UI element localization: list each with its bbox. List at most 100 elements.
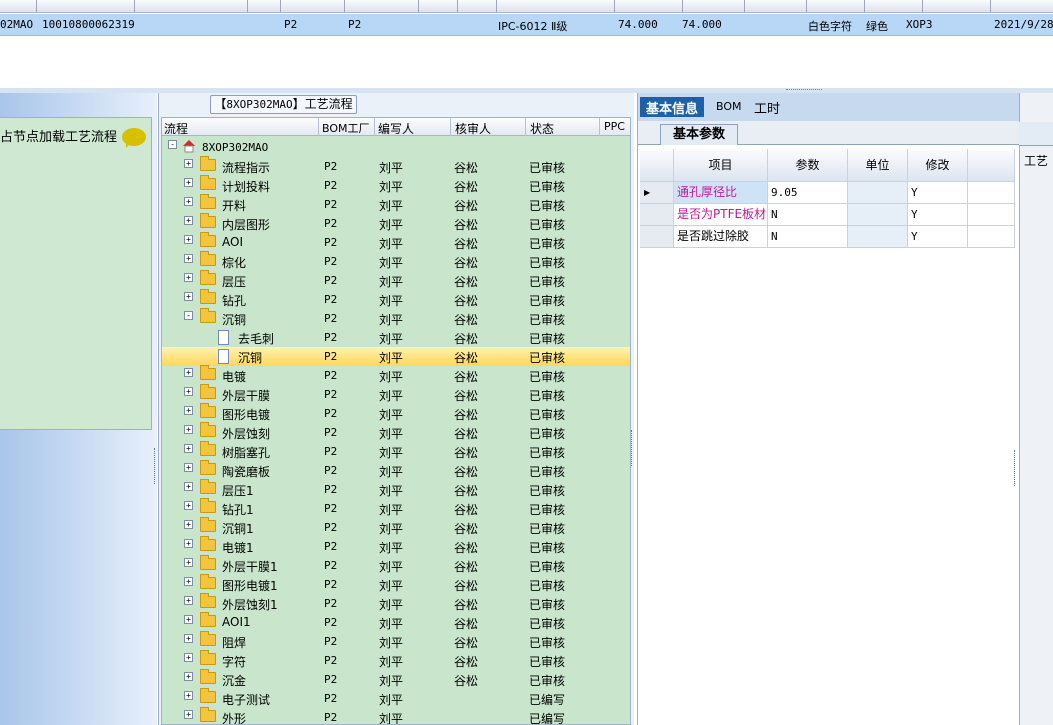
tree-row[interactable]: + 陶瓷磨板 P2 刘平 谷松 已审核 (162, 460, 630, 480)
expand-icon[interactable]: + (184, 406, 193, 415)
param-modify[interactable]: Y (908, 226, 968, 248)
params-col-modify[interactable]: 修改 (908, 149, 968, 182)
expand-icon[interactable]: + (184, 197, 193, 206)
tree-row-status: 已审核 (529, 655, 566, 669)
expand-icon[interactable]: + (184, 444, 193, 453)
expand-icon[interactable]: + (184, 159, 193, 168)
tree-row[interactable]: + 开料 P2 刘平 谷松 已审核 (162, 194, 630, 214)
tree-row[interactable]: + 电镀 P2 刘平 谷松 已审核 (162, 365, 630, 385)
expand-icon[interactable]: + (184, 520, 193, 529)
expand-icon[interactable]: + (184, 577, 193, 586)
tree-row[interactable]: + 图形电镀1 P2 刘平 谷松 已审核 (162, 574, 630, 594)
col-header-flow[interactable]: 流程 (164, 120, 188, 137)
param-modify[interactable]: Y (908, 204, 968, 226)
param-value[interactable]: 9.05 (768, 182, 848, 204)
mid-splitter-grip[interactable] (631, 430, 635, 466)
tree-row[interactable]: + 阻焊 P2 刘平 谷松 已审核 (162, 631, 630, 651)
tree-row[interactable]: + 外层蚀刻1 P2 刘平 谷松 已审核 (162, 593, 630, 613)
expand-icon[interactable]: + (184, 558, 193, 567)
expand-icon[interactable]: + (184, 425, 193, 434)
col-header-ppc[interactable]: PPC (604, 120, 625, 133)
speech-bubble-icon[interactable] (122, 128, 146, 148)
expand-icon[interactable]: + (184, 178, 193, 187)
tree-row[interactable]: + 图形电镀 P2 刘平 谷松 已审核 (162, 403, 630, 423)
far-right-tab[interactable] (1019, 122, 1053, 146)
expand-icon[interactable]: + (184, 254, 193, 263)
tree-row[interactable]: - 沉铜 P2 刘平 谷松 已审核 (162, 308, 630, 328)
tree-row[interactable]: + AOI1 P2 刘平 谷松 已审核 (162, 612, 630, 632)
tree-row[interactable]: + AOI P2 刘平 谷松 已审核 (162, 232, 630, 252)
tree-row[interactable]: + 计划投料 P2 刘平 谷松 已审核 (162, 175, 630, 195)
col-header-status[interactable]: 状态 (530, 120, 554, 137)
params-row[interactable]: 是否跳过除胶 N Y (640, 226, 1015, 248)
tree-row[interactable]: + 电镀1 P2 刘平 谷松 已审核 (162, 536, 630, 556)
tree-row[interactable]: + 层压 P2 刘平 谷松 已审核 (162, 270, 630, 290)
right-splitter-grip[interactable] (1014, 450, 1018, 486)
tree-row[interactable]: 沉铜 P2 刘平 谷松 已审核 (162, 347, 630, 366)
expand-icon[interactable]: + (184, 672, 193, 681)
expand-icon[interactable]: + (184, 501, 193, 510)
param-value[interactable]: N (768, 226, 848, 248)
tree-row[interactable]: + 内层图形 P2 刘平 谷松 已审核 (162, 213, 630, 233)
left-panel: 占节点加载工艺流程 (0, 93, 157, 725)
expand-icon[interactable]: + (184, 368, 193, 377)
tree-row[interactable]: + 外形 P2 刘平 已编写 (162, 707, 630, 724)
param-value[interactable]: N (768, 204, 848, 226)
tree-row[interactable]: + 沉铜1 P2 刘平 谷松 已审核 (162, 517, 630, 537)
tree-row-bom: P2 (324, 198, 338, 211)
process-flow-tab[interactable]: 【8XOP302MAO】工艺流程 (210, 95, 357, 114)
col-header-bom[interactable]: BOM工厂 (322, 120, 370, 136)
subtab-basic-params[interactable]: 基本参数 (660, 124, 738, 145)
tab-bom[interactable]: BOM (710, 99, 748, 119)
tree-row[interactable]: + 钻孔1 P2 刘平 谷松 已审核 (162, 498, 630, 518)
params-row[interactable]: ▶ 通孔厚径比 9.05 Y (640, 182, 1015, 204)
expand-icon[interactable]: + (184, 235, 193, 244)
expand-icon[interactable]: + (184, 482, 193, 491)
expand-icon[interactable]: + (184, 292, 193, 301)
tree-row[interactable]: + 流程指示 P2 刘平 谷松 已审核 (162, 156, 630, 176)
tree-row[interactable]: + 外层蚀刻 P2 刘平 谷松 已审核 (162, 422, 630, 442)
tree-row[interactable]: + 沉金 P2 刘平 谷松 已审核 (162, 669, 630, 689)
expand-icon[interactable]: + (184, 710, 193, 719)
expand-icon[interactable]: + (184, 539, 193, 548)
tab-work-hours[interactable]: 工时 (748, 97, 786, 117)
param-unit[interactable] (848, 204, 908, 226)
param-modify[interactable]: Y (908, 182, 968, 204)
expand-icon[interactable]: + (184, 463, 193, 472)
expand-icon[interactable]: + (184, 216, 193, 225)
params-row[interactable]: 是否为PTFE板材 N Y (640, 204, 1015, 226)
splitter-grip[interactable] (786, 89, 822, 92)
collapse-icon[interactable]: - (184, 311, 193, 320)
tree-row-name: 沉铜1 (222, 522, 254, 536)
tree-row[interactable]: + 钻孔 P2 刘平 谷松 已审核 (162, 289, 630, 309)
param-unit[interactable] (848, 182, 908, 204)
expand-icon[interactable]: + (184, 615, 193, 624)
expand-icon[interactable]: + (184, 273, 193, 282)
collapse-icon[interactable]: - (168, 140, 177, 149)
params-col-value[interactable]: 参数 (768, 149, 848, 182)
top-grid-row-selected[interactable]: 02MAO 10010800062319 P2 P2 IPC-6012 Ⅱ级 7… (0, 14, 1053, 36)
tree-row[interactable]: + 棕化 P2 刘平 谷松 已审核 (162, 251, 630, 271)
tree-row[interactable]: + 层压1 P2 刘平 谷松 已审核 (162, 479, 630, 499)
col-header-writer[interactable]: 编写人 (378, 120, 414, 137)
tree-row[interactable]: + 字符 P2 刘平 谷松 已审核 (162, 650, 630, 670)
detail-panel: 基本信息 BOM 工时 基本参数 项目 参数 单位 修改 ▶ 通孔厚径比 9.05 Y… (637, 93, 1019, 725)
expand-icon[interactable]: + (184, 653, 193, 662)
tree-row[interactable]: + 电子测试 P2 刘平 已编写 (162, 688, 630, 708)
tree-row[interactable]: + 外层干膜1 P2 刘平 谷松 已审核 (162, 555, 630, 575)
tree-row[interactable]: + 树脂塞孔 P2 刘平 谷松 已审核 (162, 441, 630, 461)
expand-icon[interactable]: + (184, 387, 193, 396)
params-col-unit[interactable]: 单位 (848, 149, 908, 182)
tree-row[interactable]: 去毛刺 P2 刘平 谷松 已审核 (162, 328, 630, 347)
tree-row-writer: 刘平 (379, 484, 404, 498)
expand-icon[interactable]: + (184, 596, 193, 605)
col-header-checker[interactable]: 核审人 (455, 120, 491, 137)
param-unit[interactable] (848, 226, 908, 248)
folder-icon (200, 460, 216, 475)
expand-icon[interactable]: + (184, 634, 193, 643)
params-col-item[interactable]: 项目 (674, 149, 768, 182)
tree-root-row[interactable]: - 8XOP302MAO (162, 138, 630, 157)
tree-row[interactable]: + 外层干膜 P2 刘平 谷松 已审核 (162, 384, 630, 404)
tab-basic-info[interactable]: 基本信息 (640, 97, 705, 117)
expand-icon[interactable]: + (184, 691, 193, 700)
